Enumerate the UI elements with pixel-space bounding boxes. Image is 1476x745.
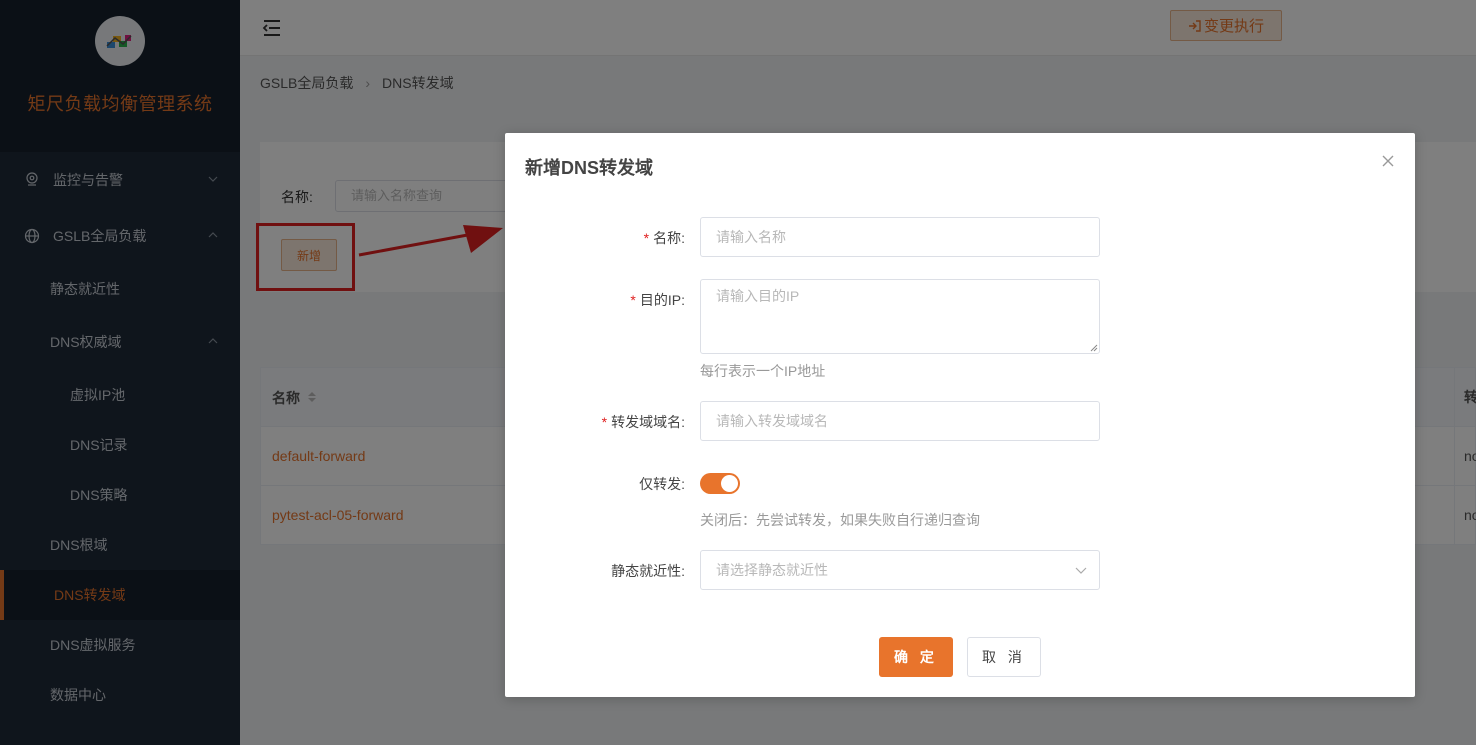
- domain-field-label-text: 转发域域名:: [611, 414, 685, 430]
- name-field[interactable]: 请输入名称: [700, 217, 1100, 257]
- proximity-field-label: 静态就近性:: [611, 563, 685, 579]
- forward-only-switch[interactable]: [700, 473, 740, 494]
- ip-field-label: * 目的IP:: [630, 292, 685, 308]
- confirm-button[interactable]: 确 定: [879, 637, 953, 677]
- select-placeholder: 请选择静态就近性: [716, 562, 828, 578]
- cancel-button[interactable]: 取 消: [967, 637, 1041, 677]
- name-field-label: * 名称:: [643, 230, 685, 246]
- static-proximity-select[interactable]: 请选择静态就近性: [700, 550, 1100, 590]
- forward-domain-field[interactable]: 请输入转发域域名: [700, 401, 1100, 441]
- ip-field-label-text: 目的IP:: [639, 292, 685, 308]
- ip-hint-text: 每行表示一个IP地址: [700, 363, 826, 379]
- dest-ip-textarea[interactable]: 请输入目的IP: [700, 279, 1100, 354]
- domain-field-label: * 转发域域名:: [601, 414, 685, 430]
- switch-knob: [721, 475, 738, 492]
- forward-only-hint-text: 关闭后：先尝试转发，如果失败自行递归查询: [700, 512, 980, 528]
- dialog-title: 新增DNS转发域: [525, 158, 654, 178]
- add-dns-forward-dialog: 新增DNS转发域 * 名称: 请输入名称 * 目的IP: 请输入目的IP 每行表示一…: [505, 133, 1415, 697]
- resize-handle-icon[interactable]: [1090, 344, 1098, 352]
- chevron-down-icon: [1075, 567, 1087, 574]
- close-icon[interactable]: [1381, 154, 1395, 168]
- forward-only-label: 仅转发:: [639, 476, 685, 492]
- name-field-label-text: 名称:: [653, 230, 685, 246]
